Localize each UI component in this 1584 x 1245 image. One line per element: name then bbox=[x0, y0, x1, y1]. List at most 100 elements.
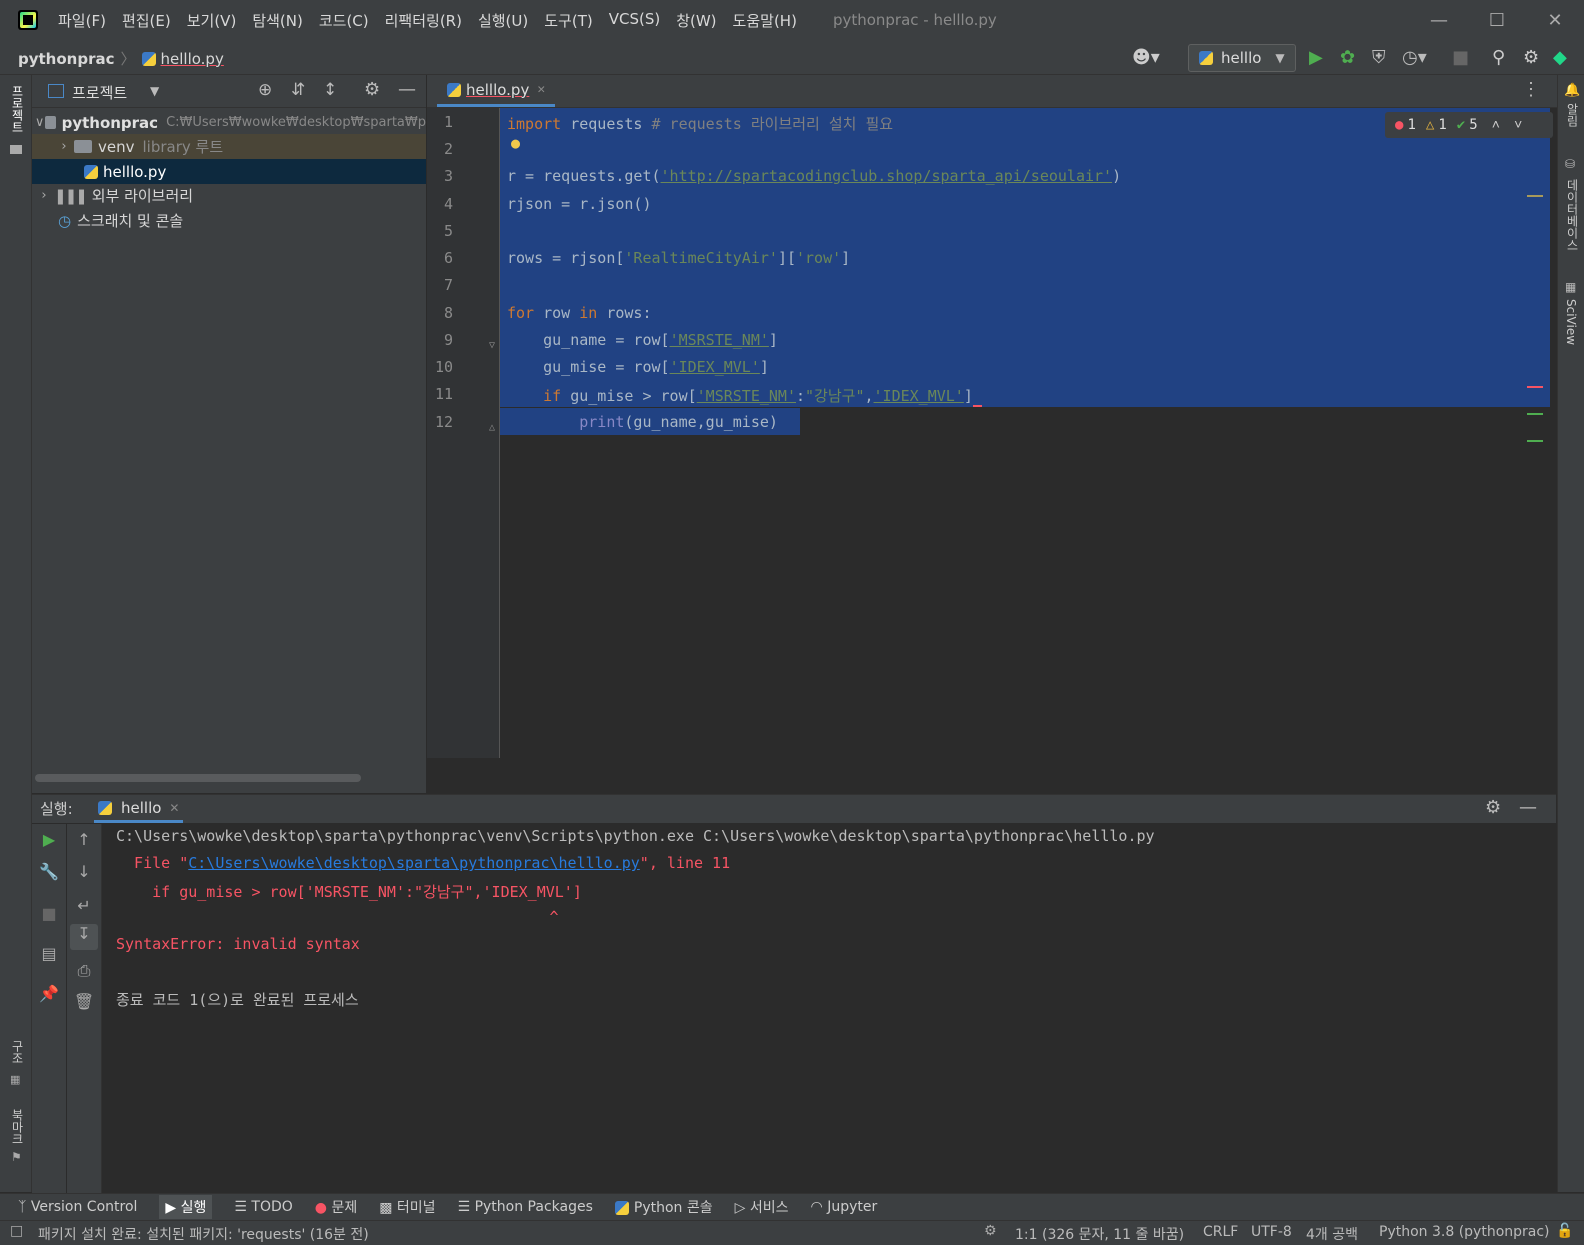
tree-root-name: pythonprac bbox=[61, 113, 159, 132]
search-icon[interactable]: ⚲ bbox=[1492, 47, 1505, 68]
tree-item-external-libraries[interactable]: › ❚❚❚ 외부 라이브러리 bbox=[32, 183, 426, 208]
tree-item-file[interactable]: helllo.py bbox=[32, 159, 426, 184]
fold-marker-icon[interactable]: △ bbox=[489, 422, 495, 433]
line-separator[interactable]: CRLF bbox=[1203, 1224, 1238, 1240]
status-message[interactable]: 패키지 설치 완료: 설치된 패키지: 'requests' (16분 전) bbox=[38, 1224, 369, 1244]
tab-python-console[interactable]: Python 콘솔 bbox=[614, 1197, 713, 1217]
fold-marker-icon[interactable]: ▽ bbox=[489, 340, 495, 351]
indent-setting[interactable]: 4개 공백 bbox=[1306, 1224, 1358, 1244]
stripe-project-tab[interactable]: 프로젝트 bbox=[9, 85, 26, 133]
background-tasks-icon[interactable]: ⚙ bbox=[984, 1223, 997, 1239]
error-file-link[interactable]: C:\Users\wowke\desktop\sparta\pythonprac… bbox=[188, 854, 640, 872]
menu-run[interactable]: 실행(U) bbox=[478, 10, 528, 31]
stop-icon[interactable]: ■ bbox=[1452, 47, 1469, 68]
chevron-right-icon[interactable]: › bbox=[34, 188, 54, 203]
layout-icon[interactable]: ▤ bbox=[32, 944, 66, 963]
stripe-database-tab[interactable]: 데이터베이스 bbox=[1564, 179, 1581, 251]
tab-problems[interactable]: ● 문제 bbox=[315, 1197, 357, 1217]
breadcrumb-file[interactable]: helllo.py bbox=[161, 50, 224, 68]
title-bar: 파일(F) 편집(E) 보기(V) 탐색(N) 코드(C) 리팩터링(R) 실행… bbox=[0, 0, 1584, 40]
run-icon[interactable]: ▶ bbox=[1309, 47, 1323, 68]
chevron-down-icon[interactable]: ▼ bbox=[150, 84, 159, 98]
vcs-user-icon[interactable]: ☻▾ bbox=[1132, 47, 1160, 68]
rerun-icon[interactable]: ▶ bbox=[32, 830, 66, 849]
lock-icon[interactable]: 🔓 bbox=[1556, 1223, 1573, 1239]
panel-settings-gear-icon[interactable]: ⚙ bbox=[364, 79, 380, 100]
menu-code[interactable]: 코드(C) bbox=[319, 10, 369, 31]
tree-item-venv[interactable]: › venv library 루트 bbox=[32, 134, 426, 159]
trash-icon[interactable]: 🗑 bbox=[67, 992, 101, 1011]
arrow-up-icon[interactable]: ↑ bbox=[67, 830, 101, 849]
maximize-icon[interactable]: ☐ bbox=[1468, 0, 1526, 40]
file-encoding[interactable]: UTF-8 bbox=[1251, 1224, 1292, 1240]
minimize-icon[interactable]: — bbox=[1410, 0, 1468, 40]
tab-jupyter[interactable]: ◠ Jupyter bbox=[811, 1199, 878, 1215]
pycharm-logo-icon[interactable] bbox=[18, 10, 38, 30]
coverage-icon[interactable]: ⛨ bbox=[1372, 47, 1386, 68]
expand-all-icon[interactable]: ⇵ bbox=[291, 80, 305, 100]
close-tab-icon[interactable]: ✕ bbox=[537, 82, 545, 97]
chevron-down-icon[interactable]: ∨ bbox=[34, 115, 45, 130]
stripe-bookmarks-tab[interactable]: 북마크 bbox=[9, 1109, 26, 1145]
stripe-sciview-tab[interactable]: SciView bbox=[1564, 299, 1578, 345]
tab-version-control[interactable]: ᛉ Version Control bbox=[18, 1199, 137, 1215]
toggle-tool-windows-icon[interactable]: □ bbox=[10, 1223, 23, 1239]
stop-icon[interactable]: ■ bbox=[32, 904, 66, 923]
pin-icon[interactable]: 📌 bbox=[32, 984, 66, 1003]
run-settings-gear-icon[interactable]: ⚙ bbox=[1485, 797, 1501, 818]
run-configuration-select[interactable]: helllo ▼ bbox=[1188, 44, 1296, 72]
code-editor[interactable]: helllo.py ✕ ⋮ 1 2 3 4 5 6 7 8 9 10 11 12… bbox=[427, 75, 1557, 793]
tab-run[interactable]: ▶ 실행 bbox=[159, 1195, 213, 1219]
menu-navigate[interactable]: 탐색(N) bbox=[252, 10, 303, 31]
soft-wrap-icon[interactable]: ↵ bbox=[67, 896, 101, 915]
lightbulb-icon[interactable]: ● bbox=[511, 134, 520, 152]
notifications-bell-icon[interactable]: 🔔 bbox=[1564, 83, 1580, 98]
layers-icon: ☰ bbox=[457, 1199, 471, 1215]
menu-help[interactable]: 도움말(H) bbox=[733, 10, 797, 31]
debug-icon[interactable]: ✿ bbox=[1340, 47, 1355, 68]
editor-tab-helllo[interactable]: helllo.py ✕ bbox=[437, 75, 556, 107]
wrench-icon[interactable]: 🔧 bbox=[32, 862, 66, 881]
chevron-up-icon[interactable]: ˄ bbox=[1492, 117, 1500, 134]
tab-todo[interactable]: ☰ TODO bbox=[234, 1199, 292, 1215]
more-options-icon[interactable]: ⋮ bbox=[1522, 79, 1540, 100]
menu-view[interactable]: 보기(V) bbox=[187, 10, 237, 31]
select-opened-file-icon[interactable]: ⊕ bbox=[258, 80, 272, 100]
tree-item-project-root[interactable]: ∨ pythonprac C:₩Users₩wowke₩desktop₩spar… bbox=[32, 110, 426, 135]
scroll-to-end-icon[interactable]: ↧ bbox=[70, 924, 98, 950]
jetbrains-plugin-icon[interactable]: ◆ bbox=[1553, 47, 1567, 68]
hide-panel-icon[interactable]: — bbox=[398, 79, 416, 100]
python-interpreter[interactable]: Python 3.8 (pythonprac) bbox=[1379, 1224, 1550, 1240]
tree-item-scratches[interactable]: ◷ 스크래치 및 콘솔 bbox=[32, 208, 426, 233]
arrow-down-icon[interactable]: ↓ bbox=[67, 862, 101, 881]
close-window-icon[interactable]: ✕ bbox=[1526, 0, 1584, 40]
chevron-right-icon[interactable]: › bbox=[54, 139, 74, 154]
line-number: 7 bbox=[443, 276, 453, 294]
menu-vcs[interactable]: VCS(S) bbox=[609, 10, 660, 31]
tab-python-packages[interactable]: ☰ Python Packages bbox=[458, 1199, 593, 1215]
menu-tools[interactable]: 도구(T) bbox=[544, 10, 592, 31]
hide-panel-icon[interactable]: — bbox=[1519, 797, 1537, 818]
jupyter-icon: ◠ bbox=[810, 1199, 823, 1215]
chevron-down-icon[interactable]: ˅ bbox=[1514, 117, 1522, 134]
breadcrumb-project[interactable]: pythonprac bbox=[18, 50, 115, 68]
caret-position[interactable]: 1:1 (326 문자, 11 줄 바꿈) bbox=[1015, 1224, 1184, 1244]
menu-file[interactable]: 파일(F) bbox=[58, 10, 106, 31]
horizontal-scrollbar[interactable] bbox=[35, 774, 361, 782]
profile-icon[interactable]: ◷▾ bbox=[1402, 47, 1427, 68]
stripe-notifications-tab[interactable]: 알림 bbox=[1564, 103, 1581, 127]
settings-gear-icon[interactable]: ⚙ bbox=[1523, 47, 1539, 68]
project-panel-title[interactable]: 프로젝트 bbox=[72, 82, 127, 103]
close-tab-icon[interactable]: ✕ bbox=[169, 801, 179, 815]
collapse-all-icon[interactable]: ↕ bbox=[323, 80, 337, 100]
stripe-structure-tab[interactable]: 구조 bbox=[9, 1040, 26, 1064]
run-tab-helllo[interactable]: helllo ✕ bbox=[94, 795, 184, 823]
tab-services[interactable]: ▷ 서비스 bbox=[735, 1197, 789, 1217]
menu-window[interactable]: 창(W) bbox=[676, 10, 716, 31]
folder-icon bbox=[10, 145, 22, 154]
print-icon[interactable]: ⎙ bbox=[67, 961, 101, 981]
menu-refactor[interactable]: 리팩터링(R) bbox=[385, 10, 462, 31]
menu-edit[interactable]: 편집(E) bbox=[122, 10, 171, 31]
tab-terminal[interactable]: ▩ 터미널 bbox=[379, 1197, 435, 1217]
inspection-widget[interactable]: ● 1 △ 1 ✔ 5 ˄ ˅ bbox=[1385, 112, 1553, 138]
